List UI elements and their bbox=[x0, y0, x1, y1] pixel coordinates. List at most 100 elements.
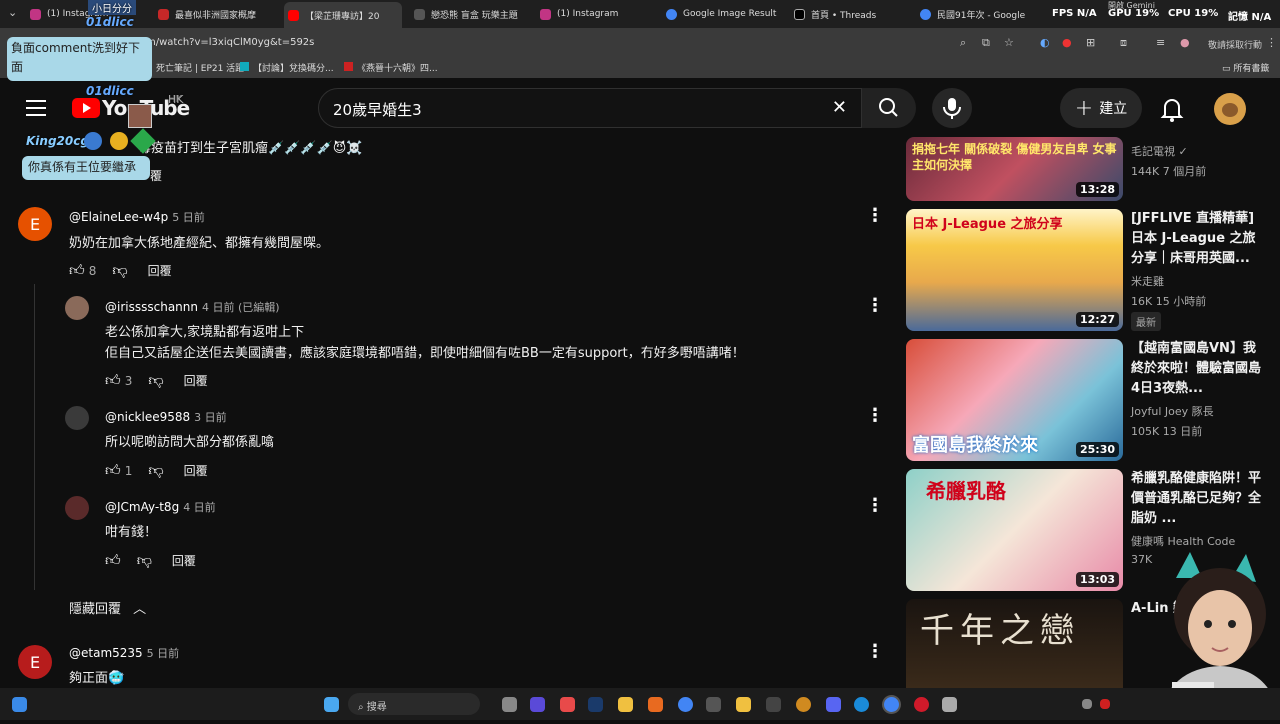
extension-icon[interactable]: ◐ bbox=[1040, 36, 1050, 49]
notifications-bell-icon[interactable] bbox=[1160, 96, 1184, 122]
app-icon[interactable] bbox=[766, 697, 781, 712]
thumbs-down-icon[interactable]: 👎︎ bbox=[148, 461, 163, 480]
opera-icon[interactable] bbox=[914, 697, 929, 712]
clear-search-icon[interactable]: ✕ bbox=[832, 97, 847, 118]
thumbs-down-icon[interactable]: 👎︎ bbox=[112, 261, 127, 280]
gemini-button[interactable]: 開啟 Gemini bbox=[1108, 0, 1155, 11]
browser-tab[interactable]: 最喜似非洲國家概摩 bbox=[158, 4, 276, 24]
avatar[interactable] bbox=[65, 296, 89, 320]
avatar[interactable]: E bbox=[18, 645, 52, 679]
edge-icon[interactable] bbox=[854, 697, 869, 712]
comment-time[interactable]: 5 日前 bbox=[172, 211, 205, 224]
comment-menu-icon[interactable]: ⋮ bbox=[866, 295, 884, 316]
task-view-icon[interactable] bbox=[502, 697, 517, 712]
comment-menu-icon[interactable]: ⋮ bbox=[866, 641, 884, 662]
bookmark-item[interactable]: 死亡筆記 | EP21 活躍 bbox=[156, 61, 244, 74]
avatar[interactable] bbox=[65, 496, 89, 520]
chrome-icon-active[interactable] bbox=[884, 697, 899, 712]
comment-time[interactable]: 3 日前 bbox=[194, 411, 227, 424]
steam-icon[interactable] bbox=[588, 697, 603, 712]
browser-tab[interactable]: 民國91年次 - Google bbox=[920, 4, 1038, 24]
firefox-icon[interactable] bbox=[648, 697, 663, 712]
extension-icon[interactable]: ● bbox=[1062, 36, 1072, 49]
tray-icon[interactable] bbox=[1082, 699, 1092, 709]
video-thumbnail[interactable]: 捐拖七年 關係破裂 傷健男友自卑 女事主如何決擇 13:28 bbox=[906, 137, 1123, 201]
bookmark-item[interactable]: 【討論】兌換碼分... bbox=[240, 61, 334, 74]
voice-search-button[interactable] bbox=[932, 88, 972, 128]
teams-icon[interactable] bbox=[530, 697, 545, 712]
recommended-video[interactable]: 富國島我終於來 25:30 【越南富國島VN】我終於來啦！體驗富國島4日3夜熱.… bbox=[906, 339, 1272, 461]
comment-author[interactable]: @JCmAy-t8g bbox=[105, 500, 179, 514]
search-icon[interactable]: ⌕ bbox=[960, 36, 966, 50]
reply-button[interactable]: 回覆 bbox=[184, 462, 208, 479]
video-thumbnail[interactable]: 千年之戀 bbox=[906, 599, 1123, 688]
discord-icon[interactable] bbox=[826, 697, 841, 712]
thumbs-up-icon[interactable]: 👍︎ bbox=[105, 461, 121, 480]
folder-icon[interactable] bbox=[618, 697, 633, 712]
browser-tab-active[interactable]: 【梁芷珊專訪】20 bbox=[284, 2, 402, 28]
extensions-puzzle-icon[interactable]: ⊞ bbox=[1086, 36, 1095, 49]
browser-tab[interactable]: 首頁 • Threads bbox=[794, 4, 912, 24]
cast-icon[interactable]: ⧉ bbox=[982, 36, 990, 50]
comment-time[interactable]: 4 日前 (已編輯) bbox=[202, 301, 280, 314]
video-channel[interactable]: 米走雞 bbox=[1131, 273, 1164, 289]
recommended-video[interactable]: 日本 J-League 之旅分享 12:27 [JFFLIVE 直播精華] 日本… bbox=[906, 209, 1272, 331]
profile-avatar-icon[interactable]: ● bbox=[1180, 36, 1190, 49]
menu-kebab-icon[interactable]: ⋮ bbox=[1266, 36, 1277, 49]
settings-gear-icon[interactable] bbox=[942, 697, 957, 712]
comment-menu-icon[interactable]: ⋮ bbox=[866, 205, 884, 226]
video-thumbnail[interactable]: 富國島我終於來 25:30 bbox=[906, 339, 1123, 461]
thumbs-up-icon[interactable]: 👍︎ bbox=[105, 371, 121, 390]
thumbs-down-icon[interactable]: 👎︎ bbox=[148, 371, 163, 390]
app-icon[interactable] bbox=[560, 697, 575, 712]
video-channel[interactable]: 健康嗎 Health Code bbox=[1131, 533, 1235, 549]
chrome-icon[interactable] bbox=[678, 697, 693, 712]
reply-button[interactable]: 回覆 bbox=[184, 372, 208, 389]
comment-menu-icon[interactable]: ⋮ bbox=[866, 495, 884, 516]
video-thumbnail[interactable]: 日本 J-League 之旅分享 12:27 bbox=[906, 209, 1123, 331]
thumbs-up-icon[interactable]: 👍︎ bbox=[69, 261, 85, 280]
search-box[interactable]: 20歲早婚生3 ✕ bbox=[318, 88, 862, 128]
bookmark-star-icon[interactable]: ☆ bbox=[1004, 36, 1014, 49]
windows-start-icon[interactable] bbox=[12, 697, 27, 712]
app-icon[interactable] bbox=[706, 697, 721, 712]
comment-time[interactable]: 5 日前 bbox=[147, 647, 180, 660]
hamburger-menu-icon[interactable] bbox=[26, 100, 46, 116]
avatar[interactable] bbox=[65, 406, 89, 430]
recommended-video[interactable]: 捐拖七年 關係破裂 傷健男友自卑 女事主如何決擇 13:28 毛記電視 ✓ 14… bbox=[906, 137, 1272, 201]
all-bookmarks[interactable]: ▭ 所有書籤 bbox=[1222, 61, 1269, 74]
browser-tab[interactable]: Google Image Result bbox=[666, 4, 784, 24]
tray-icon[interactable] bbox=[1100, 699, 1110, 709]
create-button[interactable]: + 建立 bbox=[1060, 88, 1142, 128]
video-title[interactable]: [JFFLIVE 直播精華] 日本 J-League 之旅分享｜床哥用英國... bbox=[1131, 209, 1267, 269]
comment-author[interactable]: @etam5235 bbox=[69, 646, 143, 660]
video-title[interactable]: 希臘乳酪健康陷阱！平價普通乳酪已足夠？全脂奶 ... bbox=[1131, 469, 1267, 529]
app-icon[interactable] bbox=[796, 697, 811, 712]
youtube-logo-icon[interactable] bbox=[72, 98, 100, 118]
media-icon[interactable]: ≡ bbox=[1156, 36, 1165, 49]
thumbs-up-icon[interactable]: 👍︎ bbox=[105, 551, 121, 570]
windows-logo-icon[interactable] bbox=[324, 697, 339, 712]
reply-button[interactable]: 回覆 bbox=[148, 262, 172, 279]
reply-button[interactable]: 回覆 bbox=[172, 552, 196, 569]
comment-time[interactable]: 4 日前 bbox=[183, 501, 216, 514]
video-thumbnail[interactable]: 希臘乳酪 13:03 bbox=[906, 469, 1123, 591]
comment-menu-icon[interactable]: ⋮ bbox=[866, 405, 884, 426]
screenshot-icon[interactable]: ⧈ bbox=[1120, 36, 1127, 50]
comment-author[interactable]: @nicklee9588 bbox=[105, 410, 190, 424]
avatar[interactable]: E bbox=[18, 207, 52, 241]
video-channel[interactable]: Joyful Joey 豚長 bbox=[1131, 403, 1214, 419]
profile-button[interactable]: 敬請採取行動 bbox=[1208, 38, 1262, 51]
reply-button-fragment[interactable]: 覆 bbox=[150, 167, 162, 184]
browser-tab[interactable]: 戀恐熊 盲盒 玩樂主題 bbox=[414, 4, 532, 24]
video-title[interactable]: 【越南富國島VN】我終於來啦！體驗富國島4日3夜熱... bbox=[1131, 339, 1267, 399]
hide-replies-button[interactable]: 隱藏回覆 ︿ bbox=[69, 598, 146, 617]
taskbar-search-box[interactable]: ⌕ 搜尋 bbox=[348, 693, 480, 715]
bookmark-item[interactable]: 《燕晉十六朝》四... bbox=[344, 61, 438, 74]
browser-tab[interactable]: (1) Instagram bbox=[540, 4, 658, 24]
user-avatar[interactable] bbox=[1214, 93, 1246, 125]
tab-menu-icon[interactable]: ⌄ bbox=[8, 6, 17, 19]
comment-author[interactable]: @irisssschannn bbox=[105, 300, 198, 314]
comment-author[interactable]: @ElaineLee-w4p bbox=[69, 210, 168, 224]
video-channel[interactable]: 毛記電視 ✓ bbox=[1131, 143, 1188, 159]
